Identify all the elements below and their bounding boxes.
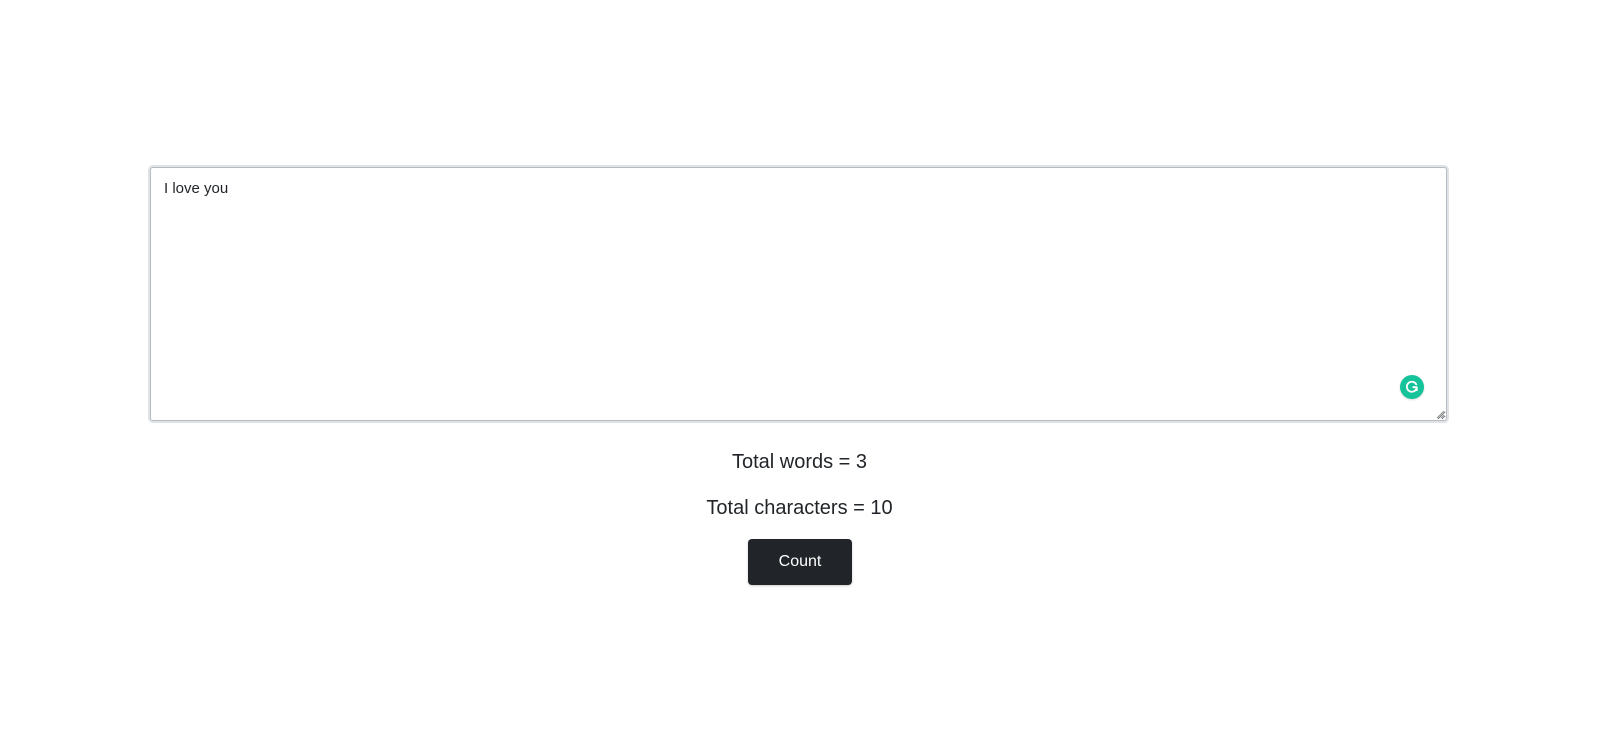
word-counter-page: I love you Total words = 3 Total charact… (0, 0, 1599, 752)
text-input-area[interactable]: I love you (150, 167, 1447, 421)
count-button[interactable]: Count (748, 539, 852, 585)
text-editor-container: I love you (150, 167, 1447, 421)
resize-handle-icon[interactable] (1435, 409, 1445, 419)
total-words-label: Total words = 3 (731, 451, 868, 473)
total-characters-label: Total characters = 10 (706, 497, 893, 519)
grammarly-g-icon[interactable] (1400, 375, 1424, 399)
